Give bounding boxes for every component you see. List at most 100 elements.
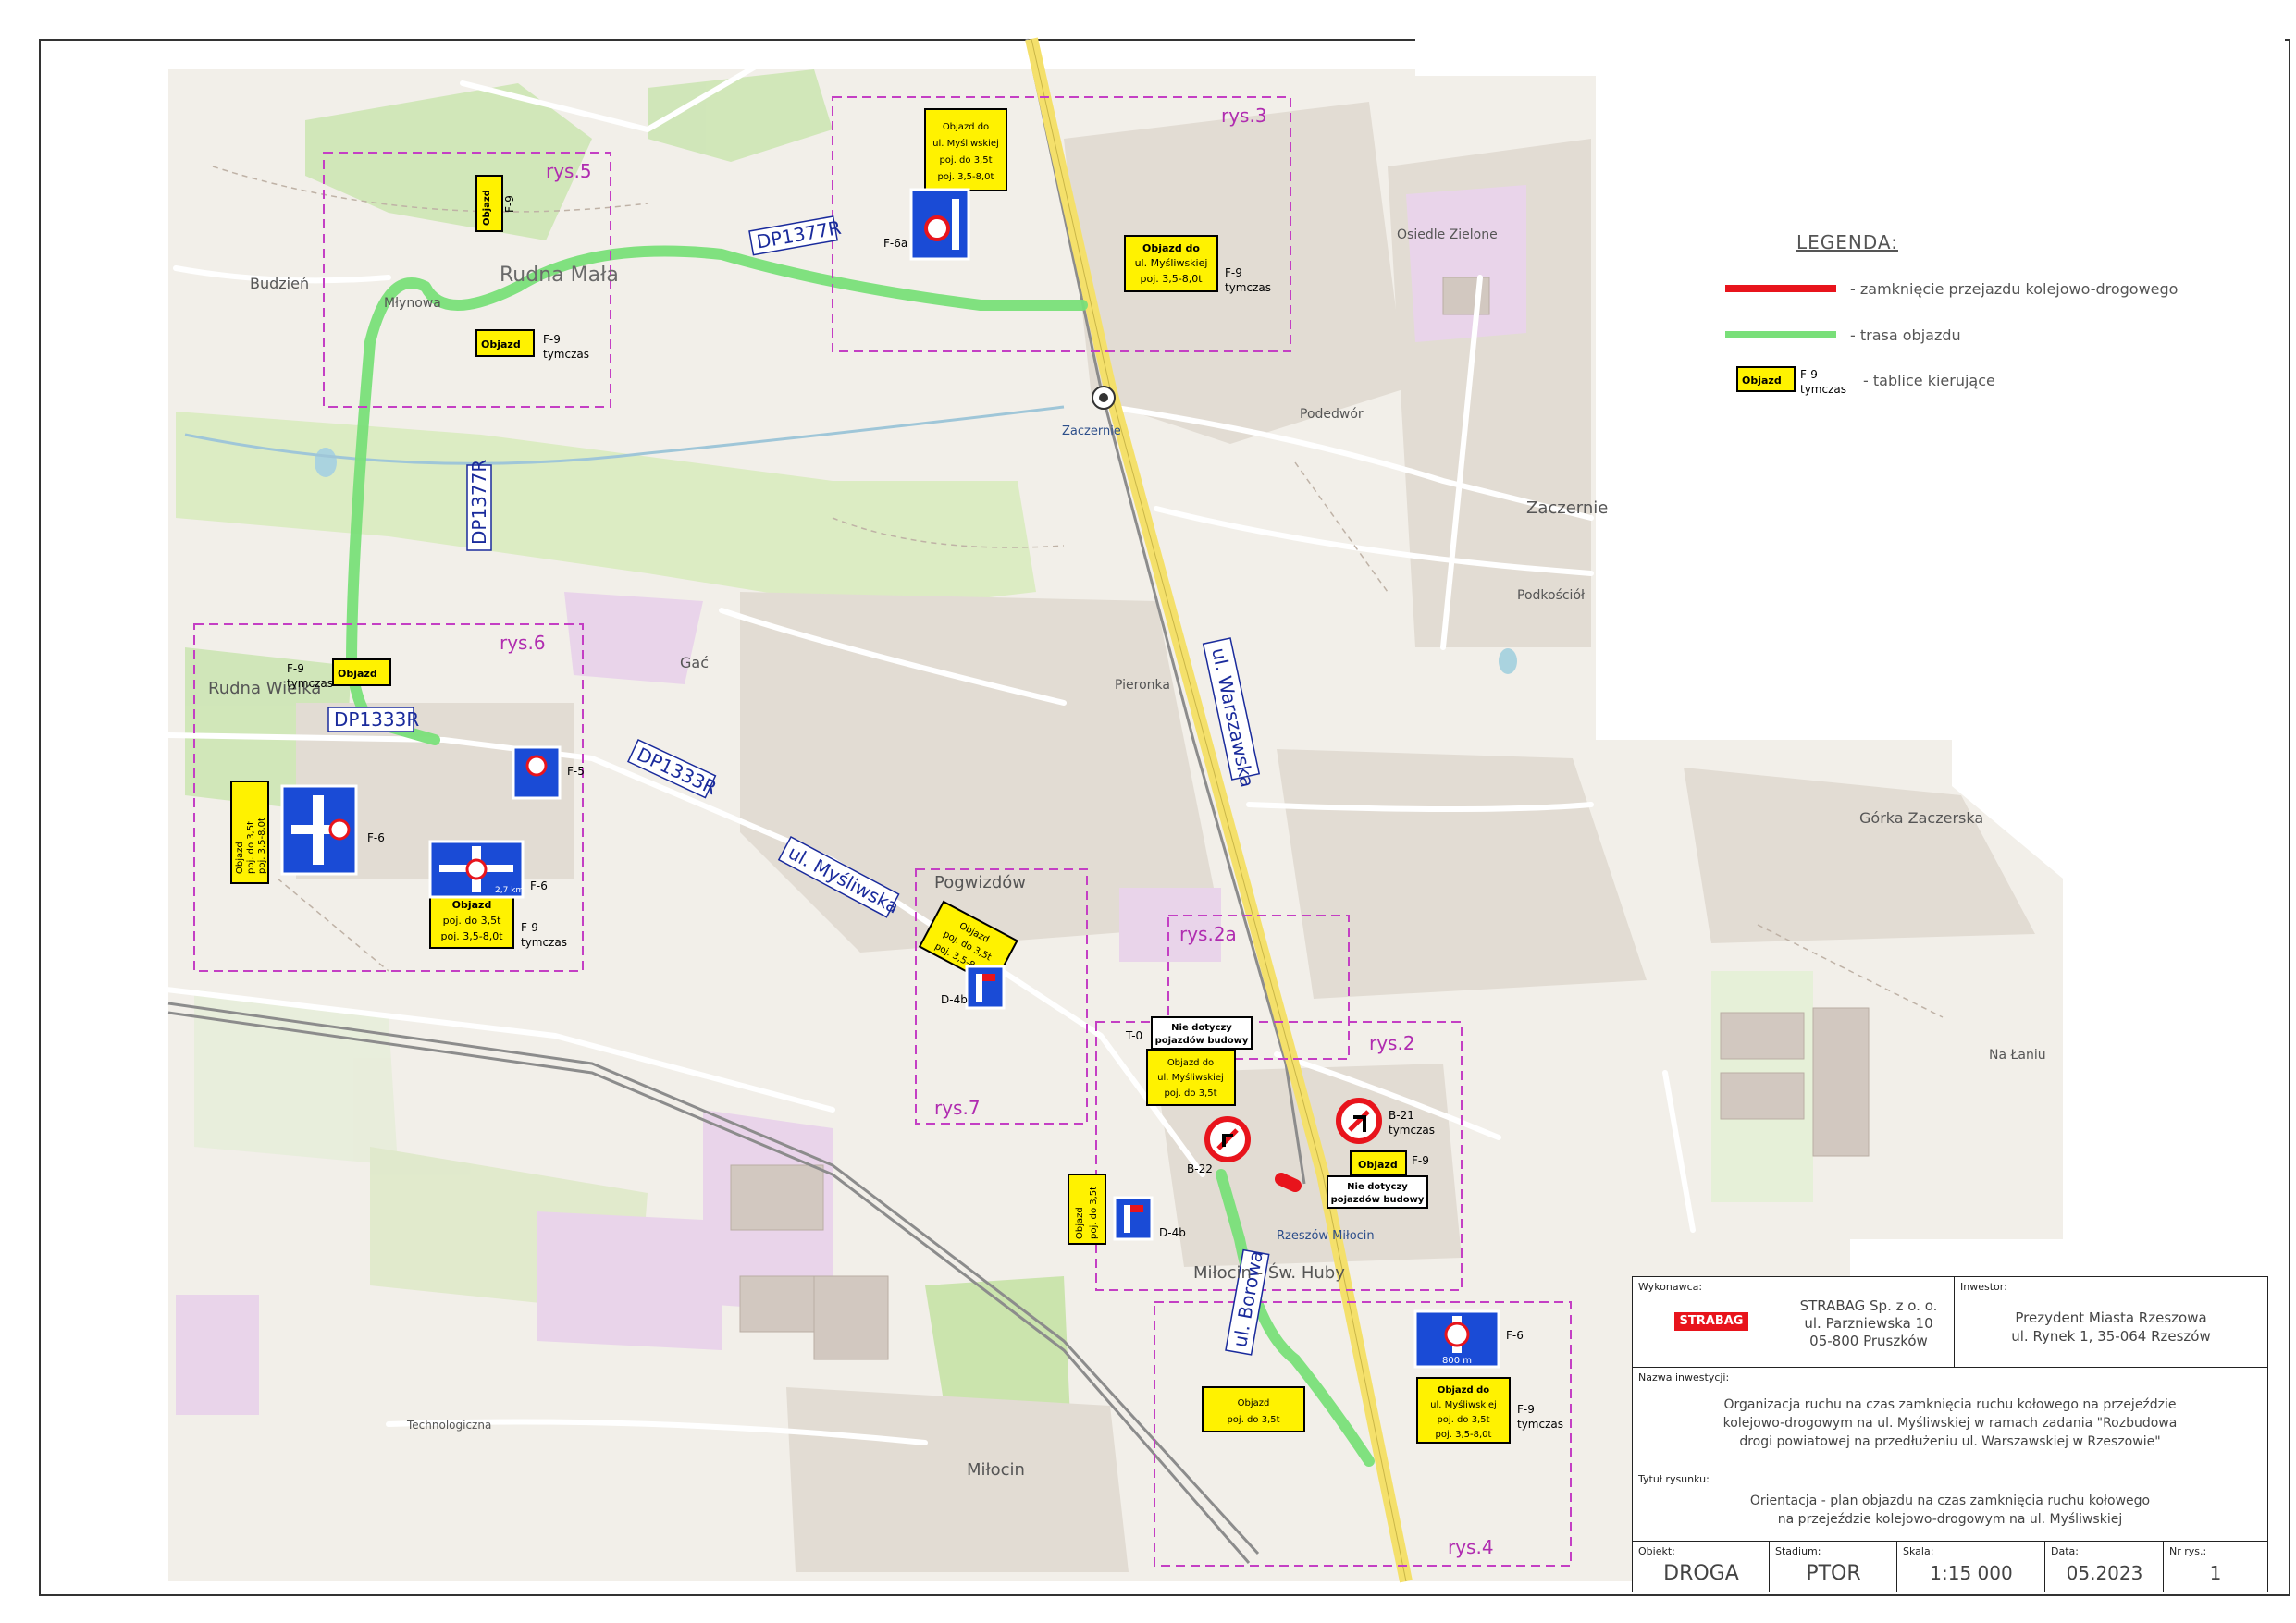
svg-text:Objazd: Objazd <box>1742 375 1782 387</box>
svg-text:Objazd: Objazd <box>481 338 521 350</box>
place-milocin-sw-huby: Miłocin - Św. Huby <box>1193 1262 1345 1283</box>
legend-title: LEGENDA: <box>1796 231 1898 253</box>
drawing-title-label: Tytuł rysunku: <box>1638 1473 1710 1485</box>
frame-rys2a-label: rys.2a <box>1179 923 1237 945</box>
place-gac: Gać <box>680 654 709 671</box>
svg-text:Objazd do: Objazd do <box>1167 1058 1214 1068</box>
svg-text:poj. 3,5-8,0t: poj. 3,5-8,0t <box>1140 273 1203 285</box>
object-label: Obiekt: <box>1638 1545 1675 1557</box>
legend-closure-label: - zamknięcie przejazdu kolejowo-drogoweg… <box>1850 280 2179 298</box>
svg-text:Objazd: Objazd <box>235 842 245 874</box>
place-technologiczna: Technologiczna <box>406 1419 491 1432</box>
sign-detour-text-rys4-left: Objazd poj. do 3,5t <box>1202 1386 1305 1432</box>
svg-text:poj. do 3,5t: poj. do 3,5t <box>246 821 256 874</box>
svg-text:ul. Myśliwskiej: ul. Myśliwskiej <box>1430 1399 1497 1410</box>
svg-text:Objazd: Objazd <box>1075 1207 1085 1239</box>
investment-line-3: drogi powiatowej na przedłużeniu ul. War… <box>1739 1434 2161 1449</box>
svg-text:Objazd: Objazd <box>482 190 492 226</box>
place-gorka-zaczerska: Górka Zaczerska <box>1859 809 1983 827</box>
place-pogwizdow: Pogwizdów <box>934 873 1026 892</box>
place-budzien: Budzień <box>250 275 309 292</box>
contractor-label: Wykonawca: <box>1638 1281 1703 1293</box>
road-label-dp1377r-b: DP1377R <box>466 460 492 551</box>
svg-text:F-9: F-9 <box>1517 1403 1535 1416</box>
place-milocin: Miłocin <box>967 1460 1025 1480</box>
svg-text:F-9: F-9 <box>1800 368 1818 381</box>
svg-text:poj. 3,5-8,0t: poj. 3,5-8,0t <box>440 930 503 942</box>
svg-text:F-9: F-9 <box>503 195 516 213</box>
place-zaczernie-2: Zaczernie <box>1526 498 1608 518</box>
svg-text:ul. Myśliwskiej: ul. Myśliwskiej <box>1157 1072 1224 1083</box>
svg-text:poj. 3,5-8,0t: poj. 3,5-8,0t <box>938 172 994 182</box>
svg-text:tymczas: tymczas <box>1800 383 1846 396</box>
svg-text:tymczas: tymczas <box>1389 1124 1435 1137</box>
contractor-line-1: STRABAG Sp. z o. o. <box>1799 1297 1938 1314</box>
place-podkosciol: Podkościół <box>1517 588 1585 603</box>
svg-text:ul. Myśliwskiej: ul. Myśliwskiej <box>1135 257 1208 269</box>
place-podedwor: Podedwór <box>1300 407 1364 422</box>
contractor-line-3: 05-800 Pruszków <box>1809 1333 1928 1349</box>
place-na-laniu: Na Łaniu <box>1989 1048 2046 1063</box>
svg-text:poj. do 3,5t: poj. do 3,5t <box>939 155 992 166</box>
drawing-title-line-1: Orientacja - plan objazdu na czas zamkni… <box>1749 1494 2151 1508</box>
svg-text:Nie dotyczy: Nie dotyczy <box>1171 1023 1232 1033</box>
svg-text:B-21: B-21 <box>1389 1109 1414 1122</box>
frame-rys2-label: rys.2 <box>1369 1032 1415 1054</box>
svg-text:tymczas: tymczas <box>287 677 333 690</box>
frame-rys5-label: rys.5 <box>546 160 592 182</box>
investment-line-2: kolejowo-drogowym na ul. Myśliwskiej w r… <box>1722 1416 2178 1431</box>
frame-rys4-label: rys.4 <box>1448 1536 1494 1558</box>
svg-text:F-5: F-5 <box>567 765 585 778</box>
drawing-number-value: 1 <box>2209 1562 2222 1584</box>
svg-text:pojazdów budowy: pojazdów budowy <box>1331 1194 1425 1205</box>
svg-text:F-9: F-9 <box>1412 1154 1429 1167</box>
investor-label: Inwestor: <box>1960 1281 2007 1293</box>
place-rudna-mala: Rudna Mała <box>500 264 619 287</box>
sign-detour-text-rys3-upper: Objazd do ul. Myśliwskiej poj. do 3,5t p… <box>924 108 1007 191</box>
date-cell: Data: 05.2023 <box>2044 1541 2165 1592</box>
svg-text:poj. do 3,5t: poj. do 3,5t <box>1437 1415 1489 1425</box>
svg-text:2,7 km: 2,7 km <box>495 886 524 895</box>
drawing-title-line-2: na przejeździe kolejowo-drogowym na ul. … <box>1777 1512 2123 1527</box>
investment-label: Nazwa inwestycji: <box>1638 1371 1730 1383</box>
svg-text:Objazd: Objazd <box>452 899 492 911</box>
svg-text:F-6: F-6 <box>367 831 385 844</box>
contractor-cell: Wykonawca: STRABAG STRABAG Sp. z o. o. u… <box>1632 1276 1956 1369</box>
strabag-logo: STRABAG <box>1674 1312 1748 1331</box>
svg-text:tymczas: tymczas <box>1225 281 1271 294</box>
stage-cell: Stadium: PTOR <box>1769 1541 1898 1592</box>
svg-text:Nie dotyczy: Nie dotyczy <box>1347 1182 1408 1192</box>
frame-rys7-label: rys.7 <box>934 1097 981 1119</box>
svg-text:F-9: F-9 <box>287 662 304 675</box>
svg-text:T-0: T-0 <box>1125 1029 1142 1042</box>
svg-text:tymczas: tymczas <box>543 348 589 361</box>
object-cell: Obiekt: DROGA <box>1632 1541 1771 1592</box>
svg-text:F-6: F-6 <box>1506 1329 1524 1342</box>
svg-text:poj. do 3,5t: poj. do 3,5t <box>443 915 501 927</box>
stage-label: Stadium: <box>1775 1545 1821 1557</box>
svg-text:B-22: B-22 <box>1187 1162 1213 1175</box>
contractor-line-2: ul. Parzniewska 10 <box>1804 1315 1933 1332</box>
svg-text:poj. 3,5-8,0t: poj. 3,5-8,0t <box>1436 1430 1492 1440</box>
svg-text:Objazd: Objazd <box>338 668 377 680</box>
scale-label: Skala: <box>1903 1545 1934 1557</box>
svg-text:Objazd do: Objazd do <box>943 122 989 132</box>
svg-text:F-6a: F-6a <box>883 237 907 250</box>
stage-value: PTOR <box>1806 1562 1861 1585</box>
svg-text:pojazdów budowy: pojazdów budowy <box>1155 1035 1249 1046</box>
svg-text:poj. do 3,5t: poj. do 3,5t <box>1164 1088 1216 1099</box>
scale-value: 1:15 000 <box>1930 1562 2013 1584</box>
place-pieronka: Pieronka <box>1115 678 1170 693</box>
svg-text:tymczas: tymczas <box>521 936 567 949</box>
investor-line-2: ul. Rynek 1, 35-064 Rzeszów <box>2011 1328 2211 1345</box>
frame-rys6-label: rys.6 <box>500 632 546 654</box>
white-corner-top-right <box>1415 39 1596 76</box>
sign-objazd-rys6: Objazd F-9 tymczas <box>287 658 391 690</box>
frame-rys3-label: rys.3 <box>1221 105 1267 127</box>
drawing-title-cell: Tytuł rysunku: Orientacja - plan objazdu… <box>1632 1469 2268 1543</box>
road-label-dp1333r-a: DP1333R <box>327 707 419 732</box>
sign-detour-text-rys2-left: Objazd poj. do 3,5t <box>1068 1174 1106 1245</box>
investment-line-1: Organizacja ruchu na czas zamknięcia ruc… <box>1723 1397 2177 1412</box>
svg-text:tymczas: tymczas <box>1517 1418 1563 1431</box>
svg-text:ul. Myśliwskiej: ul. Myśliwskiej <box>932 138 999 149</box>
